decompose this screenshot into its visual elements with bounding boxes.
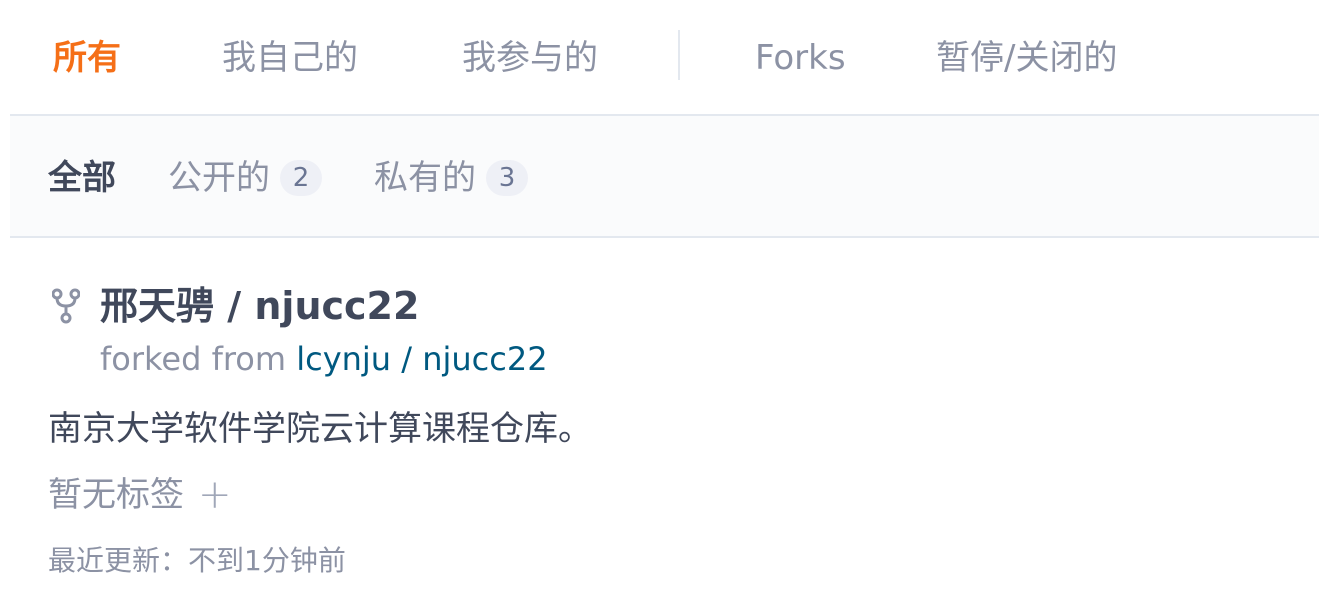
filter-public-label: 公开的 (168, 158, 270, 198)
scope-tabs: 所有 我自己的 我参与的 Forks 暂停/关闭的 (10, 0, 1319, 116)
forked-from-prefix: forked from (100, 340, 297, 378)
private-count-badge: 3 (486, 160, 528, 196)
tab-divider (678, 30, 680, 80)
tab-participating[interactable]: 我参与的 (462, 36, 598, 80)
visibility-filter-bar: 全部 公开的 2 私有的 3 (10, 116, 1319, 238)
no-tags-label: 暂无标签 (48, 475, 184, 515)
forked-from-line: forked from lcynju / njucc22 (100, 338, 548, 380)
public-count-badge: 2 (280, 160, 322, 196)
tab-mine[interactable]: 我自己的 (222, 36, 358, 80)
filter-private[interactable]: 私有的 3 (374, 156, 528, 200)
repo-description: 南京大学软件学院云计算课程仓库。 (48, 409, 592, 449)
tab-all[interactable]: 所有 (53, 36, 121, 80)
last-updated: 最近更新：不到1分钟前 (48, 544, 346, 577)
source-separator: / (391, 340, 423, 378)
fork-icon (52, 288, 80, 324)
filter-all[interactable]: 全部 (48, 156, 116, 200)
source-repo-link[interactable]: njucc22 (422, 340, 547, 378)
filter-all-label: 全部 (48, 158, 116, 198)
repo-owner: 邢天骋 (100, 284, 215, 328)
tab-forks[interactable]: Forks (755, 36, 846, 80)
repo-title-separator: / (214, 284, 255, 328)
repo-title-link[interactable]: 邢天骋 / njucc22 (100, 280, 419, 332)
tab-closed[interactable]: 暂停/关闭的 (936, 36, 1117, 80)
plus-icon[interactable]: + (198, 472, 232, 518)
filter-private-label: 私有的 (374, 158, 476, 198)
filter-public[interactable]: 公开的 2 (168, 156, 322, 200)
repo-name: njucc22 (254, 284, 420, 328)
source-owner-link[interactable]: lcynju (296, 340, 391, 378)
repo-tags: 暂无标签 + (48, 472, 232, 518)
